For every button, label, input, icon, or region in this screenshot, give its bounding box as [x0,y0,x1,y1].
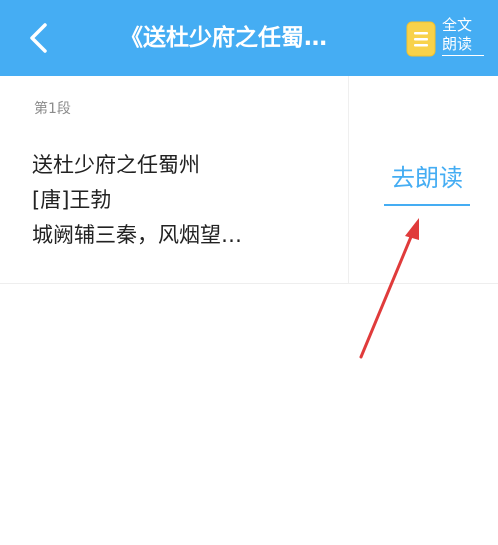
back-button[interactable] [18,17,60,59]
paragraph-text: 送杜少府之任蜀州 [唐]王勃 城阙辅三秦，风烟望… [32,148,332,253]
read-all-label-line2: 朗读 [442,35,484,56]
document-icon [406,21,436,57]
poem-title-line: 送杜少府之任蜀州 [32,153,200,177]
poem-author-line: [唐]王勃 [32,188,112,212]
go-read-label: 去朗读 [391,164,463,192]
read-all-label: 全文 朗读 [442,16,484,56]
go-read-button[interactable]: 去朗读 [384,162,470,206]
page: 《送杜少府之任蜀… 全文 朗读 第1段 送杜少府之任蜀州 [唐]王勃 城阙辅三秦… [0,0,498,545]
paragraph-label: 第1段 [34,101,71,117]
chevron-left-icon [30,23,47,53]
read-all-label-line1: 全文 [442,16,473,34]
read-all-button[interactable]: 全文 朗读 [406,16,488,60]
card-divider [348,76,349,283]
paragraph-card: 第1段 送杜少府之任蜀州 [唐]王勃 城阙辅三秦，风烟望… 去朗读 [0,76,498,284]
go-read-underline [384,204,470,206]
top-bar: 《送杜少府之任蜀… 全文 朗读 [0,0,498,76]
poem-excerpt-line: 城阙辅三秦，风烟望… [32,223,242,247]
page-title: 《送杜少府之任蜀… [120,25,327,51]
